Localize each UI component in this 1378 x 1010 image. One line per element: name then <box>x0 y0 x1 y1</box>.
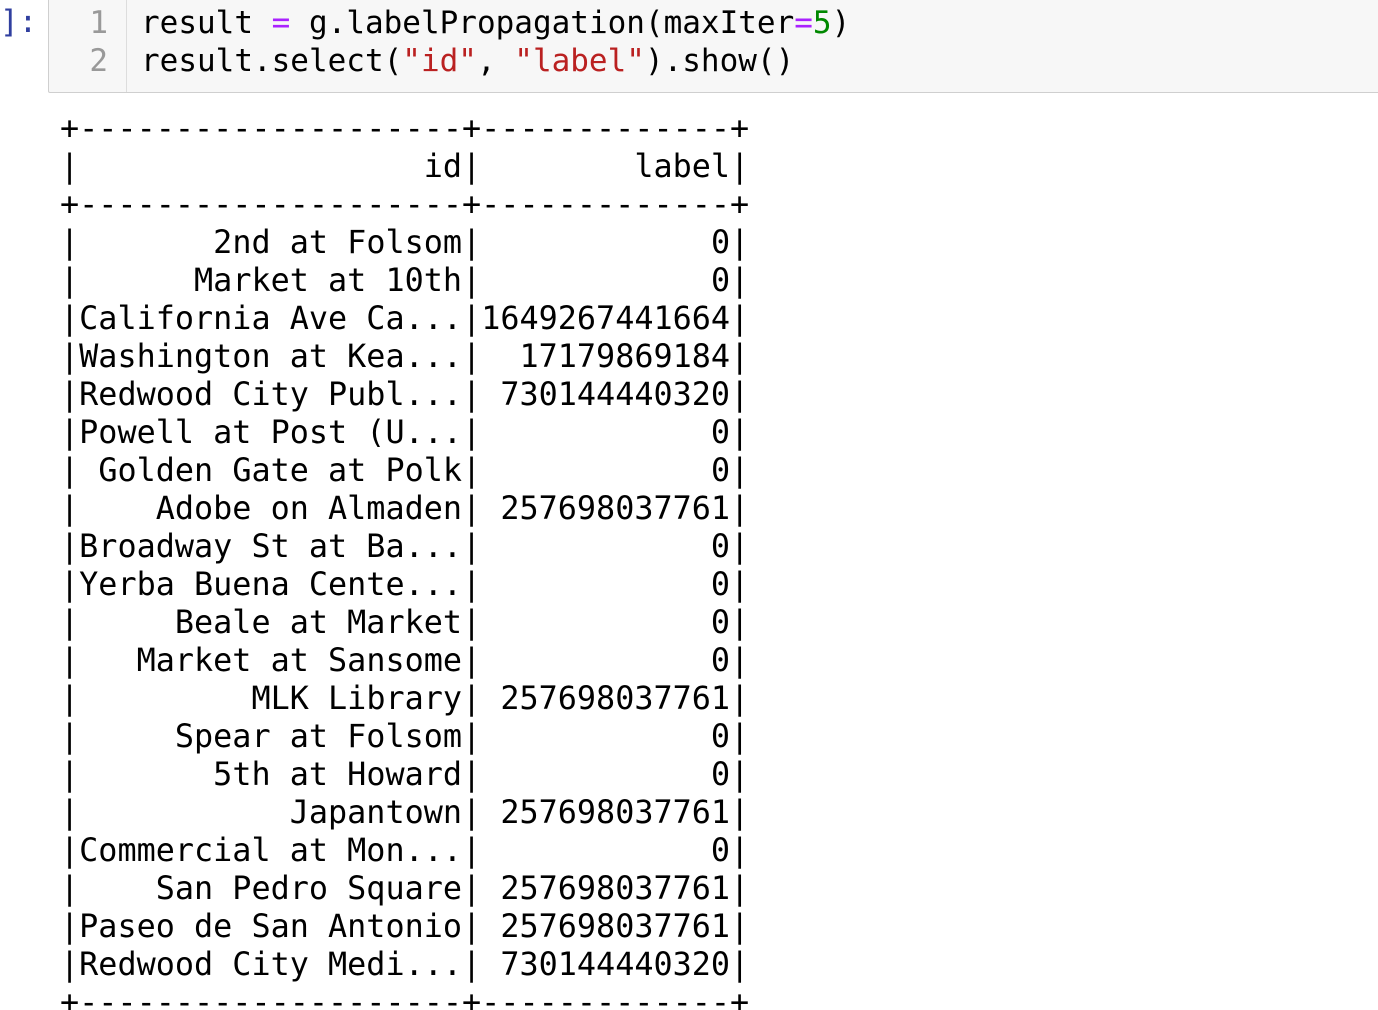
table-row: | Beale at Market| 0| <box>60 604 750 641</box>
show-output-table: +--------------------+-------------+ | id… <box>60 110 749 1010</box>
label-cell: 0 <box>710 832 731 869</box>
id-cell: Washington at Kea... <box>79 338 463 375</box>
id-cell: Broadway St at Ba... <box>79 528 463 565</box>
label-cell: 257698037761 <box>500 490 731 527</box>
table-border-bottom: +--------------------+-------------+ <box>60 984 750 1010</box>
table-row: |Broadway St at Ba...| 0| <box>60 528 750 565</box>
code-token: "id" <box>402 43 477 79</box>
label-cell: 0 <box>710 414 731 451</box>
label-cell: 0 <box>710 452 731 489</box>
table-row: | Spear at Folsom| 0| <box>60 718 750 755</box>
label-cell: 730144440320 <box>500 376 731 413</box>
code-token: g.labelPropagation(maxIter <box>290 5 795 41</box>
id-cell: Beale at Market <box>174 604 463 641</box>
id-cell: Redwood City Publ... <box>79 376 463 413</box>
id-cell: Adobe on Almaden <box>155 490 463 527</box>
id-cell: id <box>423 148 463 185</box>
id-cell: Golden Gate at Polk <box>98 452 463 489</box>
id-cell: 5th at Howard <box>213 756 463 793</box>
label-cell: 730144440320 <box>500 946 731 983</box>
table-row: | 5th at Howard| 0| <box>60 756 750 793</box>
label-cell: 17179869184 <box>519 338 731 375</box>
table-row: |Paseo de San Antonio| 257698037761| <box>60 908 750 945</box>
label-cell: 257698037761 <box>500 908 731 945</box>
code-line[interactable]: result = g.labelPropagation(maxIter=5) <box>141 4 850 42</box>
table-row: |California Ave Ca...|1649267441664| <box>60 300 750 337</box>
code-token: ).show() <box>644 43 795 79</box>
id-cell: California Ave Ca... <box>79 300 463 337</box>
cell-prompt: ]: <box>0 4 38 40</box>
id-cell: MLK Library <box>251 680 463 717</box>
label-cell: 1649267441664 <box>481 300 731 337</box>
label-cell: 0 <box>710 262 731 299</box>
code-token: ) <box>831 5 851 41</box>
table-row: |Powell at Post (U...| 0| <box>60 414 750 451</box>
label-cell: 257698037761 <box>500 870 731 907</box>
label-cell: label <box>634 148 731 185</box>
table-border-header: +--------------------+-------------+ <box>60 186 750 223</box>
code-token: = <box>794 5 813 41</box>
code-line[interactable]: result.select("id", "label").show() <box>141 42 794 80</box>
id-cell: Powell at Post (U... <box>79 414 463 451</box>
id-cell: Commercial at Mon... <box>79 832 463 869</box>
label-cell: 0 <box>710 566 731 603</box>
line-number: 2 <box>89 43 108 79</box>
code-token: result.select( <box>141 43 403 79</box>
table-row: | Adobe on Almaden| 257698037761| <box>60 490 750 527</box>
label-cell: 257698037761 <box>500 794 731 831</box>
table-row: |Redwood City Medi...| 730144440320| <box>60 946 750 983</box>
table-row: | Japantown| 257698037761| <box>60 794 750 831</box>
table-row: |Commercial at Mon...| 0| <box>60 832 750 869</box>
table-border-top: +--------------------+-------------+ <box>60 110 750 147</box>
id-cell: Market at Sansome <box>136 642 463 679</box>
code-cell-input[interactable]: 1 2 result = g.labelPropagation(maxIter=… <box>48 0 1378 93</box>
line-number: 1 <box>89 5 108 41</box>
line-number-gutter: 1 2 <box>49 0 127 92</box>
id-cell: Redwood City Medi... <box>79 946 463 983</box>
id-cell: San Pedro Square <box>155 870 463 907</box>
id-cell: Japantown <box>289 794 463 831</box>
table-row: | San Pedro Square| 257698037761| <box>60 870 750 907</box>
table-row: |Yerba Buena Cente...| 0| <box>60 566 750 603</box>
id-cell: Spear at Folsom <box>174 718 463 755</box>
label-cell: 0 <box>710 528 731 565</box>
id-cell: Yerba Buena Cente... <box>79 566 463 603</box>
table-row: |Washington at Kea...| 17179869184| <box>60 338 750 375</box>
table-row: | Golden Gate at Polk| 0| <box>60 452 750 489</box>
table-row: |Redwood City Publ...| 730144440320| <box>60 376 750 413</box>
code-token: result <box>141 5 272 41</box>
label-cell: 0 <box>710 756 731 793</box>
id-cell: 2nd at Folsom <box>213 224 463 261</box>
id-cell: Market at 10th <box>194 262 463 299</box>
table-row: | MLK Library| 257698037761| <box>60 680 750 717</box>
table-row: | 2nd at Folsom| 0| <box>60 224 750 261</box>
label-cell: 257698037761 <box>500 680 731 717</box>
code-token: 5 <box>812 5 832 41</box>
label-cell: 0 <box>710 604 731 641</box>
id-cell: Paseo de San Antonio <box>79 908 463 945</box>
code-token: , <box>476 43 515 79</box>
label-cell: 0 <box>710 718 731 755</box>
label-cell: 0 <box>710 642 731 679</box>
label-cell: 0 <box>710 224 731 261</box>
table-header-row: | id| label| <box>60 148 750 185</box>
table-row: | Market at 10th| 0| <box>60 262 750 299</box>
code-token: = <box>271 5 291 41</box>
table-row: | Market at Sansome| 0| <box>60 642 750 679</box>
code-token: "label" <box>514 43 645 79</box>
